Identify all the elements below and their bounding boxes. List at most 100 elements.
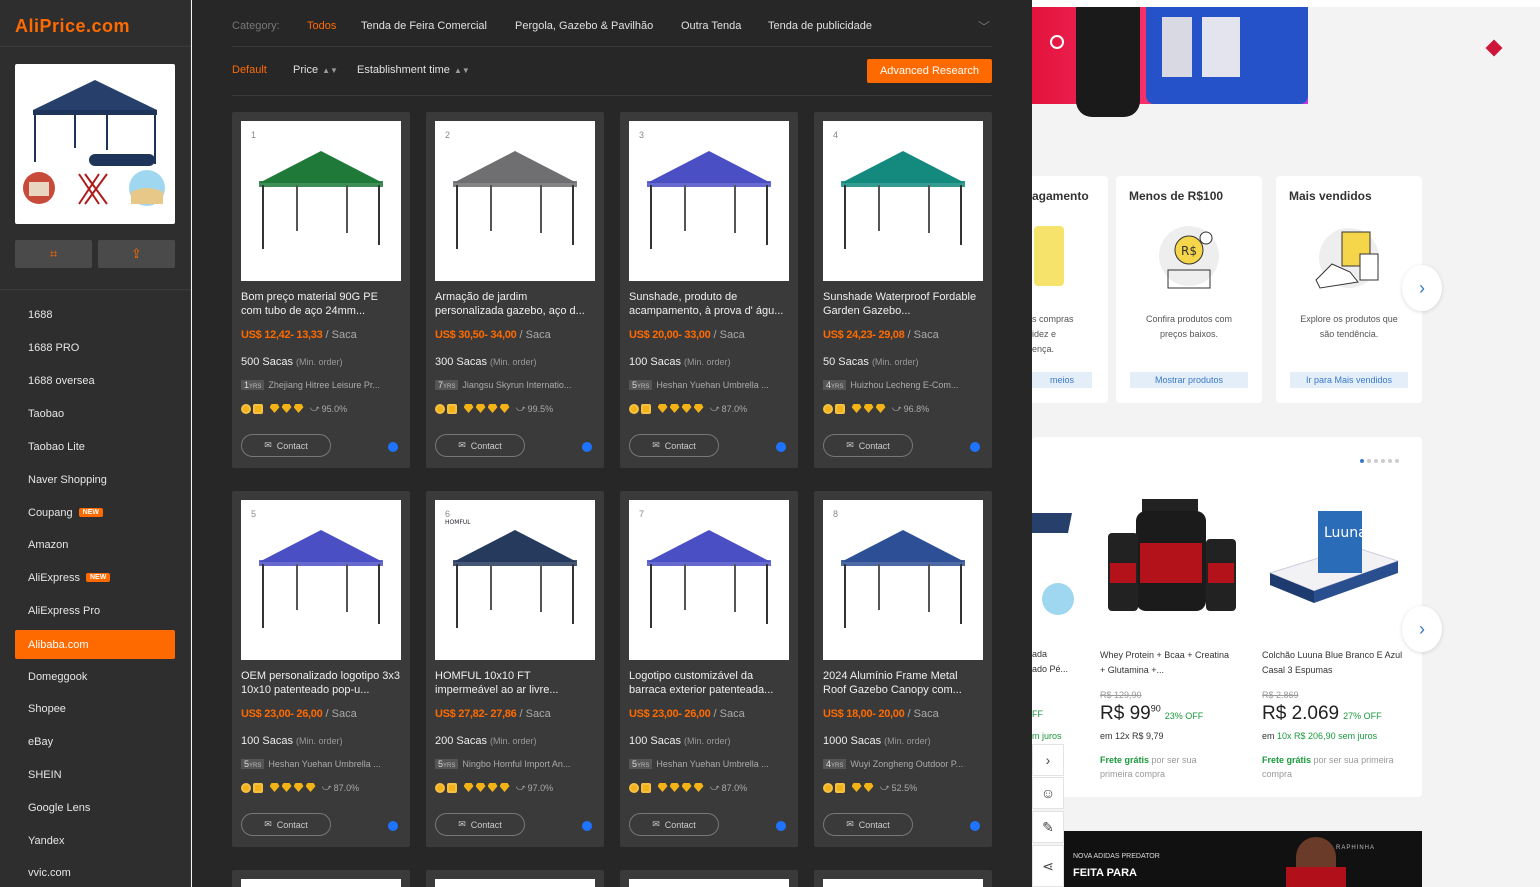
product-image[interactable]: HOMFUL [435,500,595,660]
supplier[interactable]: 7YRS Jiangsu Skyrun Internatio... [435,380,595,390]
product-title[interactable]: 2024 Alumínio Frame Metal Roof Gazebo Ca… [823,669,983,697]
chat-icon[interactable]: ☺ [1032,777,1064,809]
sidebar-item-1688-oversea[interactable]: 1688 oversea [15,366,175,395]
product-title[interactable]: Sunshade, produto de acampamento, à prov… [629,290,789,318]
product-title[interactable]: Sunshade Waterproof Fordable Garden Gaze… [823,290,983,318]
product-card[interactable]: 8 2024 Alumínio Frame Metal Roof Gazebo … [814,491,992,847]
sidebar-item-google-lens[interactable]: Google Lens [15,793,175,822]
product-image[interactable] [241,121,401,281]
contact-button[interactable]: ✉ Contact [435,813,525,836]
supplier[interactable]: 4YRS Huizhou Lecheng E-Com... [823,380,983,390]
product-image[interactable] [629,500,789,660]
years-badge: 5YRS [241,759,265,769]
sidebar-item-coupang[interactable]: Coupang NEW [15,498,175,527]
category-box-mais-vendidos[interactable]: Mais vendidos Explore os produtos que sã… [1276,176,1422,403]
product-image[interactable] [241,500,401,660]
edit-icon[interactable]: ✎ [1032,811,1064,843]
product-title[interactable]: Bom preço material 90G PE com tubo de aç… [241,290,401,318]
product-card-partial [620,870,798,887]
category-outra-tenda[interactable]: Outra Tenda [681,20,741,32]
contact-button[interactable]: ✉ Contact [241,813,331,836]
supplier[interactable]: 4YRS Wuyi Zongheng Outdoor P... [823,759,983,769]
product-title[interactable]: OEM personalizado logotipo 3x3 10x10 pat… [241,669,401,697]
crop-button[interactable]: ⌗ [15,240,92,268]
sidebar-item-ebay[interactable]: eBay [15,727,175,756]
contact-button[interactable]: ✉ Contact [823,813,913,836]
sidebar-item-alibaba-com[interactable]: Alibaba.com [15,630,175,659]
sidebar-item-1688[interactable]: 1688 [15,300,175,329]
product-card[interactable]: 5 OEM personalizado logotipo 3x3 10x10 p… [232,491,410,847]
product-card[interactable]: 6 HOMFUL HOMFUL 10x10 FT impermeável ao … [426,491,604,847]
contact-button[interactable]: ✉ Contact [823,434,913,457]
product-image[interactable] [435,121,595,281]
banner-drinks[interactable] [1032,7,1308,117]
sidebar-item-taobao-lite[interactable]: Taobao Lite [15,432,175,461]
product-image[interactable] [823,121,983,281]
chat-bubble-icon[interactable] [582,442,592,452]
product-card[interactable]: 2 Armação de jardim personalizada gazebo… [426,112,604,468]
chat-bubble-icon[interactable] [776,821,786,831]
sidebar-item-shopee[interactable]: Shopee [15,694,175,723]
sidebar-item-amazon[interactable]: Amazon [15,530,175,559]
sidebar-item-naver-shopping[interactable]: Naver Shopping [15,465,175,494]
sidebar-item-yandex[interactable]: Yandex [15,826,175,855]
category-pergola[interactable]: Pergola, Gazebo & Pavilhão [515,20,653,32]
promo-banner[interactable]: NOVA ADIDAS PREDATOR FEITA PARA RAPHINHA [1064,831,1422,887]
supplier[interactable]: 5YRS Heshan Yuehan Umbrella ... [629,759,789,769]
sidebar-item-vvic-com[interactable]: vvic.com [15,858,175,887]
sort-establishment[interactable]: Establishment time ▲▼ [357,64,470,76]
product-card[interactable]: 7 Logotipo customizável da barraca exter… [620,491,798,847]
product-title[interactable]: HOMFUL 10x10 FT impermeável ao ar livre.… [435,669,595,697]
supplier[interactable]: 5YRS Heshan Yuehan Umbrella ... [241,759,401,769]
contact-button[interactable]: ✉ Contact [435,434,525,457]
share-icon[interactable]: ⋖ [1032,845,1064,887]
contact-button[interactable]: ✉ Contact [629,434,719,457]
sidebar-item-aliexpress-pro[interactable]: AliExpress Pro [15,596,175,625]
sidebar-item-label: Naver Shopping [28,473,107,486]
supplier[interactable]: 1YRS Zhejiang Hitree Leisure Pr... [241,380,401,390]
chat-bubble-icon[interactable] [776,442,786,452]
product-card[interactable]: 1 Bom preço material 90G PE com tubo de … [232,112,410,468]
product-image[interactable] [629,121,789,281]
years-badge: 4YRS [823,759,847,769]
chat-bubble-icon[interactable] [388,821,398,831]
contact-button[interactable]: ✉ Contact [241,434,331,457]
supplier[interactable]: 5YRS Heshan Yuehan Umbrella ... [629,380,789,390]
product-card[interactable]: 4 Sunshade Waterproof Fordable Garden Ga… [814,112,992,468]
chevron-down-icon[interactable]: ﹀ [978,18,990,35]
product-title[interactable]: Logotipo customizável da barraca exterio… [629,669,789,697]
diamond-icon [499,404,510,413]
product-price: US$ 18,00- 20,00 / Saca [823,708,939,720]
contact-button[interactable]: ✉ Contact [629,813,719,836]
category-tenda-publicidade[interactable]: Tenda de publicidade [768,20,872,32]
sidebar-item-domeggook[interactable]: Domeggook [15,662,175,691]
min-order: 50 Sacas (Min. order) [823,356,919,368]
chat-bubble-icon[interactable] [970,442,980,452]
carousel-next-icon[interactable]: › [1402,606,1442,652]
sidebar-item-shein[interactable]: SHEIN [15,760,175,789]
upload-button[interactable]: ⇪ [98,240,175,268]
carousel-next-icon[interactable]: › [1402,265,1442,311]
category-box-menos-100[interactable]: Menos de R$100 R$ Confira produtos com p… [1116,176,1262,403]
sidebar-item-aliexpress[interactable]: AliExpress NEW [15,563,175,592]
advanced-research-button[interactable]: Advanced Research [867,59,992,83]
category-box-pagamento[interactable]: agamento s compras idez e ença. meios [1032,176,1108,403]
product-card[interactable]: 3 Sunshade, produto de acampamento, à pr… [620,112,798,468]
sidebar-item-label: SHEIN [28,768,62,781]
chat-bubble-icon[interactable] [970,821,980,831]
sort-price[interactable]: Price ▲▼ [293,64,338,76]
product-image[interactable] [823,500,983,660]
product-price: US$ 20,00- 33,00 / Saca [629,329,745,341]
sidebar-item-1688-pro[interactable]: 1688 PRO [15,333,175,362]
chevron-right-icon[interactable]: › [1032,744,1064,776]
product-title[interactable]: Armação de jardim personalizada gazebo, … [435,290,595,318]
chat-bubble-icon[interactable] [388,442,398,452]
category-todos[interactable]: Todos [307,20,336,32]
category-tenda-feira[interactable]: Tenda de Feira Comercial [361,20,487,32]
sort-default[interactable]: Default [232,64,267,76]
sidebar-item-taobao[interactable]: Taobao [15,399,175,428]
supplier[interactable]: 5YRS Ningbo Homful Import An... [435,759,595,769]
chat-bubble-icon[interactable] [582,821,592,831]
shield-icon [447,782,457,793]
share-arrow-icon: ⤻ [516,403,526,413]
